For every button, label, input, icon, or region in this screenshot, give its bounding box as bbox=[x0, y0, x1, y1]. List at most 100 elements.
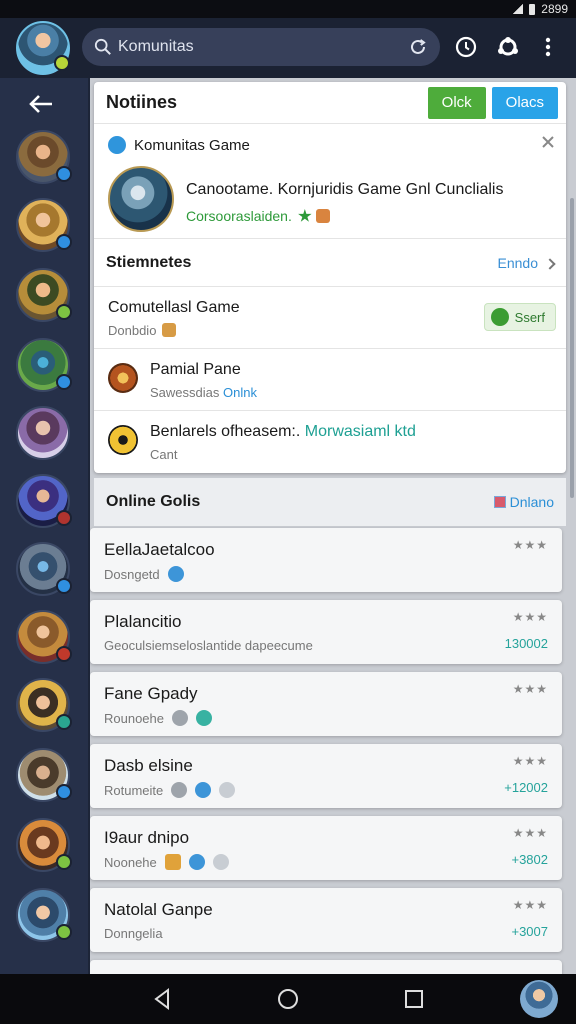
start-button[interactable]: Sserf bbox=[483, 303, 556, 331]
search-bar[interactable]: Komunitas bbox=[82, 28, 440, 66]
friend-avatar[interactable] bbox=[16, 268, 72, 322]
item-sub: Noonehe bbox=[104, 854, 229, 870]
online-status-icon bbox=[56, 578, 72, 594]
row-sub: Donbdio bbox=[108, 323, 177, 338]
rating-stars: ★★★ bbox=[512, 538, 548, 552]
navigation-bar bbox=[0, 974, 576, 1024]
close-icon[interactable] bbox=[540, 134, 556, 150]
signal-icon bbox=[513, 4, 524, 14]
online-status-icon bbox=[56, 714, 72, 730]
game-icon bbox=[108, 363, 138, 393]
clock-icon[interactable] bbox=[454, 35, 478, 59]
friend-avatar[interactable] bbox=[16, 818, 72, 872]
more-options-icon[interactable] bbox=[536, 35, 560, 59]
play-icon bbox=[490, 308, 509, 326]
notifications-header: Notiines Olck Olacs bbox=[94, 82, 566, 124]
online-status-icon bbox=[56, 374, 72, 390]
online-status-icon bbox=[56, 784, 72, 800]
friend-avatar[interactable] bbox=[16, 888, 72, 942]
item-title: Fane Gpady bbox=[104, 684, 198, 703]
list-item[interactable]: Fane Gpady Rounoehe ★★★ bbox=[90, 672, 562, 736]
friend-avatar[interactable] bbox=[16, 542, 72, 596]
item-sub: Dosngetd bbox=[104, 566, 184, 582]
rating-stars: ★★★ bbox=[512, 898, 548, 912]
online-status-icon bbox=[56, 166, 72, 182]
online-status-icon bbox=[56, 510, 72, 526]
user-icon bbox=[212, 854, 229, 870]
main-panel: Notiines Olck Olacs Komunitas Game Canoo… bbox=[90, 78, 576, 974]
online-status-icon bbox=[56, 854, 72, 870]
online-header: Online Golis Dnlano bbox=[94, 478, 566, 526]
list-item[interactable]: Dasb elsine Rotumeite ★★★ +12002 bbox=[90, 744, 562, 808]
status-bar: 2899 bbox=[0, 0, 576, 18]
green-action-button[interactable]: Olck bbox=[427, 86, 486, 119]
notification-row[interactable]: Pamial Pane Sawessdias Onlnk bbox=[94, 349, 566, 411]
search-input[interactable]: Komunitas bbox=[118, 38, 194, 56]
check-icon bbox=[188, 854, 205, 870]
friend-avatar[interactable] bbox=[16, 406, 70, 460]
item-count: 130002 bbox=[504, 636, 548, 651]
item-title: EellaJaetalcoo bbox=[104, 540, 215, 559]
friend-avatar[interactable] bbox=[16, 338, 72, 392]
featured-game-name: Komunitas Game bbox=[134, 137, 250, 154]
list-item[interactable]: Plalancitio Geoculsiemseloslantide dapee… bbox=[90, 600, 562, 664]
row-title-highlight: Morwasiaml ktd bbox=[304, 423, 416, 440]
section-link[interactable]: Enndo bbox=[497, 254, 556, 271]
row-title: Pamial Pane bbox=[150, 361, 241, 378]
online-link-text: Dnlano bbox=[509, 494, 554, 510]
item-sub-text: Rotumeite bbox=[104, 783, 164, 798]
nav-home-icon[interactable] bbox=[276, 987, 300, 1011]
friend-avatar[interactable] bbox=[16, 610, 72, 664]
notification-row[interactable]: Benlarels ofheasem:. Morwasiaml ktd Cant bbox=[94, 411, 566, 473]
friend-avatar[interactable] bbox=[16, 748, 72, 802]
hand-icon bbox=[315, 209, 330, 223]
profile-avatar[interactable] bbox=[520, 980, 558, 1018]
featured-game-sub: Corsooraslaiden. bbox=[186, 208, 330, 224]
list-item[interactable]: I9aur dnipo Noonehe ★★★ +3802 bbox=[90, 816, 562, 880]
battery-icon bbox=[529, 3, 536, 15]
rating-stars: ★★★ bbox=[512, 826, 548, 840]
location-pin-icon bbox=[108, 425, 138, 455]
online-status-icon bbox=[56, 646, 72, 662]
star-icon bbox=[298, 209, 312, 222]
item-sub: Donngelia bbox=[104, 926, 163, 941]
section-label: Stiemnetes bbox=[106, 253, 192, 271]
user-avatar[interactable] bbox=[16, 21, 70, 75]
status-time: 2899 bbox=[541, 2, 568, 16]
friend-avatar[interactable] bbox=[16, 678, 72, 732]
online-link[interactable]: Dnlano bbox=[493, 494, 554, 510]
friend-avatar[interactable] bbox=[16, 198, 72, 252]
user-icon bbox=[219, 782, 236, 798]
friend-avatar[interactable] bbox=[16, 130, 72, 184]
refresh-icon[interactable] bbox=[408, 37, 428, 57]
list-item[interactable]: Natolal Ganpe Donngelia ★★★ +3007 bbox=[90, 888, 562, 952]
scrollbar[interactable] bbox=[570, 198, 574, 498]
search-icon bbox=[94, 38, 111, 55]
flag-icon bbox=[493, 496, 506, 508]
online-label: Online Golis bbox=[106, 493, 201, 510]
row-title: Benlarels ofheasem:. Morwasiaml ktd bbox=[150, 423, 416, 441]
featured-game[interactable]: Komunitas Game Canootame. Kornjuridis Ga… bbox=[94, 124, 566, 239]
nav-recents-icon[interactable] bbox=[402, 987, 426, 1011]
trophy-icon bbox=[164, 854, 181, 870]
row-title: Comutellasl Game bbox=[108, 299, 240, 316]
share-icon[interactable] bbox=[496, 35, 520, 59]
item-sub-text: Rounoehe bbox=[104, 711, 164, 726]
online-status-icon bbox=[56, 304, 72, 320]
item-title: Plalancitio bbox=[104, 612, 182, 631]
section-link-text: Enndo bbox=[497, 254, 538, 271]
back-arrow-icon[interactable] bbox=[28, 92, 54, 116]
list-item[interactable]: EellaJaetalcoo Dosngetd ★★★ bbox=[90, 528, 562, 592]
notifications-card: Notiines Olck Olacs Komunitas Game Canoo… bbox=[94, 82, 566, 473]
item-count: +12002 bbox=[504, 780, 548, 795]
item-sub-text: Noonehe bbox=[104, 855, 157, 870]
online-status-icon bbox=[56, 924, 72, 940]
check-icon bbox=[196, 710, 212, 726]
list-item[interactable] bbox=[90, 960, 562, 974]
blue-action-button[interactable]: Olacs bbox=[491, 86, 558, 119]
item-count: +3802 bbox=[511, 852, 548, 867]
notification-row[interactable]: Comutellasl Game Donbdio Sserf bbox=[94, 287, 566, 349]
friend-avatar[interactable] bbox=[16, 474, 72, 528]
nav-back-icon[interactable] bbox=[150, 987, 174, 1011]
row-sub-highlight: Onlnk bbox=[223, 385, 257, 400]
